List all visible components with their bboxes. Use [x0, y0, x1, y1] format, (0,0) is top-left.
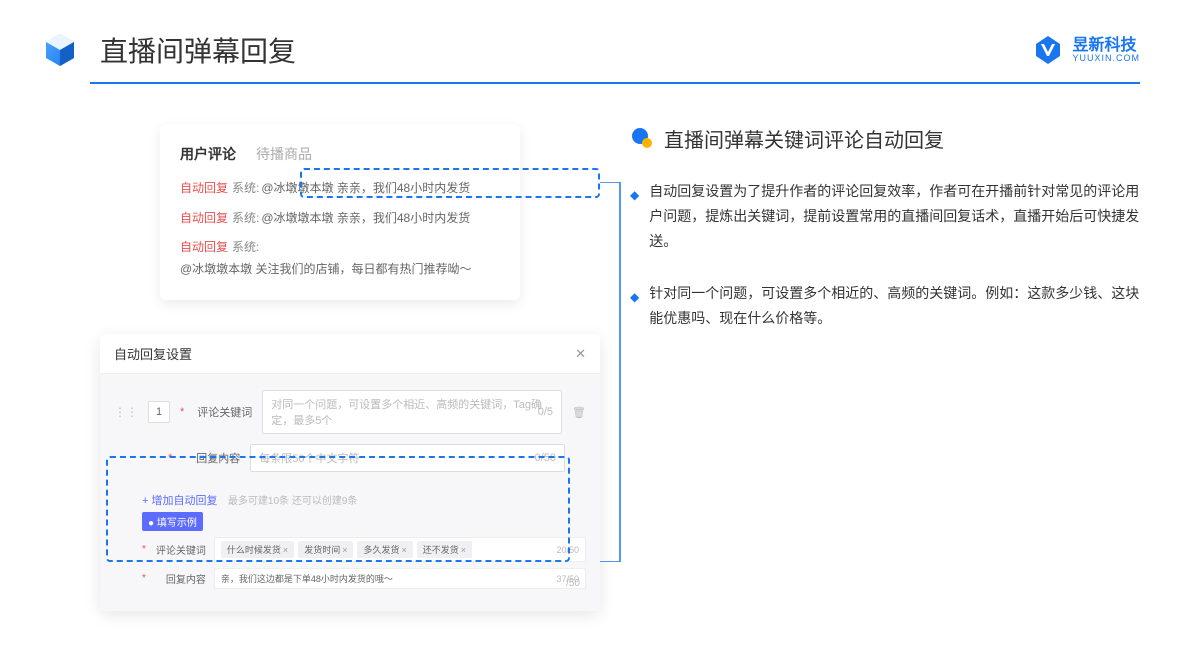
settings-panel: 自动回复设置 ✕ ⋮⋮ 1 * 评论关键词 对同一个问题，可设置多个相近、高频的…: [100, 334, 600, 611]
cube-icon: [40, 30, 80, 70]
auto-reply-tag: 自动回复: [180, 208, 228, 230]
keyword-input[interactable]: 对同一个问题，可设置多个相近、高频的关键词，Tag确定，最多5个 0/5: [262, 390, 562, 434]
content-input[interactable]: 每条限50个中文字符 0/50: [250, 444, 565, 472]
diamond-icon: ◆: [630, 185, 639, 255]
comment-row: 自动回复 系统: @冰墩墩本墩 亲亲，我们48小时内发货: [180, 178, 500, 200]
required-mark: *: [168, 452, 172, 464]
auto-reply-tag: 自动回复: [180, 178, 228, 200]
left-column: 用户评论 待播商品 自动回复 系统: @冰墩墩本墩 亲亲，我们48小时内发货 自…: [100, 124, 570, 357]
page-header: 直播间弹幕回复 昱新科技 YUUXIN.COM: [0, 0, 1180, 82]
keyword-count: 0/5: [538, 406, 553, 418]
section-title-row: 直播间弹幕关键词评论自动回复: [630, 124, 1140, 153]
example-keyword-label: 评论关键词: [156, 542, 206, 557]
system-label: 系统:: [232, 208, 259, 230]
example-content-input[interactable]: 亲，我们这边都是下单48小时内发货的哦～ 37/50: [214, 568, 586, 589]
keyword-placeholder: 对同一个问题，可设置多个相近、高频的关键词，Tag确定，最多5个: [271, 396, 553, 428]
content-row: * 回复内容 每条限50个中文字符 0/50: [114, 444, 586, 472]
extra-count: /50: [566, 578, 580, 589]
example-rows: * 评论关键词 什么时候发货× 发货时间× 多久发货× 还不发货× 20/50 …: [142, 537, 586, 589]
bullet-item: ◆ 自动回复设置为了提升作者的评论回复效率，作者可在开播前针对常见的评论用户问题…: [630, 179, 1140, 255]
bullet-text: 针对同一个问题，可设置多个相近的、高频的关键词。例如：这款多少钱、这块能优惠吗、…: [649, 281, 1140, 331]
system-label: 系统:: [232, 178, 259, 200]
example-keyword-input[interactable]: 什么时候发货× 发货时间× 多久发货× 还不发货× 20/50: [214, 537, 586, 562]
chat-bubble-icon: [630, 127, 654, 151]
settings-header: 自动回复设置 ✕: [100, 334, 600, 374]
example-content-label: 回复内容: [156, 571, 206, 586]
comment-row: 自动回复 系统: @冰墩墩本墩 关注我们的店铺，每日都有热门推荐呦～: [180, 237, 500, 280]
right-column: 直播间弹幕关键词评论自动回复 ◆ 自动回复设置为了提升作者的评论回复效率，作者可…: [570, 124, 1140, 357]
diamond-icon: ◆: [630, 287, 639, 331]
example-badge: ● 填写示例: [142, 512, 203, 531]
example-tag: 还不发货×: [417, 541, 472, 558]
required-mark: *: [142, 573, 146, 584]
system-label: 系统:: [232, 237, 259, 259]
add-auto-reply-link[interactable]: + 增加自动回复: [142, 492, 217, 508]
brand-logo: 昱新科技 YUUXIN.COM: [1032, 34, 1140, 66]
section-title: 直播间弹幕关键词评论自动回复: [664, 124, 944, 153]
settings-title: 自动回复设置: [114, 344, 192, 363]
brand-name-cn: 昱新科技: [1072, 38, 1140, 54]
example-content-row: * 回复内容 亲，我们这边都是下单48小时内发货的哦～ 37/50: [142, 568, 586, 589]
keyword-row: ⋮⋮ 1 * 评论关键词 对同一个问题，可设置多个相近、高频的关键词，Tag确定…: [114, 390, 586, 434]
trash-icon[interactable]: 🗑: [572, 406, 586, 419]
content-label: 回复内容: [184, 450, 240, 466]
comment-row: 自动回复 系统: @冰墩墩本墩 亲亲，我们48小时内发货: [180, 208, 500, 230]
page-title: 直播间弹幕回复: [100, 30, 296, 70]
example-keyword-count: 20/50: [556, 545, 579, 555]
bullet-text: 自动回复设置为了提升作者的评论回复效率，作者可在开播前针对常见的评论用户问题，提…: [649, 179, 1140, 255]
auto-reply-tag: 自动回复: [180, 237, 228, 259]
comment-text: @冰墩墩本墩 亲亲，我们48小时内发货: [261, 208, 470, 230]
required-mark: *: [180, 406, 184, 418]
tab-pending-products[interactable]: 待播商品: [256, 144, 312, 164]
bullet-item: ◆ 针对同一个问题，可设置多个相近的、高频的关键词。例如：这款多少钱、这块能优惠…: [630, 281, 1140, 331]
tab-user-comments[interactable]: 用户评论: [180, 144, 236, 164]
settings-body: ⋮⋮ 1 * 评论关键词 对同一个问题，可设置多个相近、高频的关键词，Tag确定…: [100, 374, 600, 611]
add-hint: 最多可建10条 还可以创建9条: [228, 496, 357, 507]
example-keyword-row: * 评论关键词 什么时候发货× 发货时间× 多久发货× 还不发货× 20/50: [142, 537, 586, 562]
required-mark: *: [142, 544, 146, 555]
example-tag: 发货时间×: [298, 541, 353, 558]
row-number: 1: [148, 401, 170, 423]
example-tag: 多久发货×: [357, 541, 412, 558]
content-count: 0/50: [535, 452, 556, 464]
brand-name-en: YUUXIN.COM: [1072, 54, 1140, 63]
example-tag: 什么时候发货×: [221, 541, 294, 558]
drag-icon[interactable]: ⋮⋮: [114, 405, 138, 419]
comment-card: 用户评论 待播商品 自动回复 系统: @冰墩墩本墩 亲亲，我们48小时内发货 自…: [160, 124, 520, 300]
comment-text: @冰墩墩本墩 关注我们的店铺，每日都有热门推荐呦～: [180, 259, 472, 281]
close-icon[interactable]: ✕: [575, 346, 586, 362]
main-content: 用户评论 待播商品 自动回复 系统: @冰墩墩本墩 亲亲，我们48小时内发货 自…: [0, 84, 1180, 357]
keyword-label: 评论关键词: [196, 404, 252, 420]
comment-tabs: 用户评论 待播商品: [180, 144, 500, 164]
comment-text: @冰墩墩本墩 亲亲，我们48小时内发货: [261, 178, 470, 200]
brand-icon: [1032, 34, 1064, 66]
example-content-text: 亲，我们这边都是下单48小时内发货的哦～: [221, 572, 393, 585]
content-placeholder: 每条限50个中文字符: [259, 450, 359, 466]
